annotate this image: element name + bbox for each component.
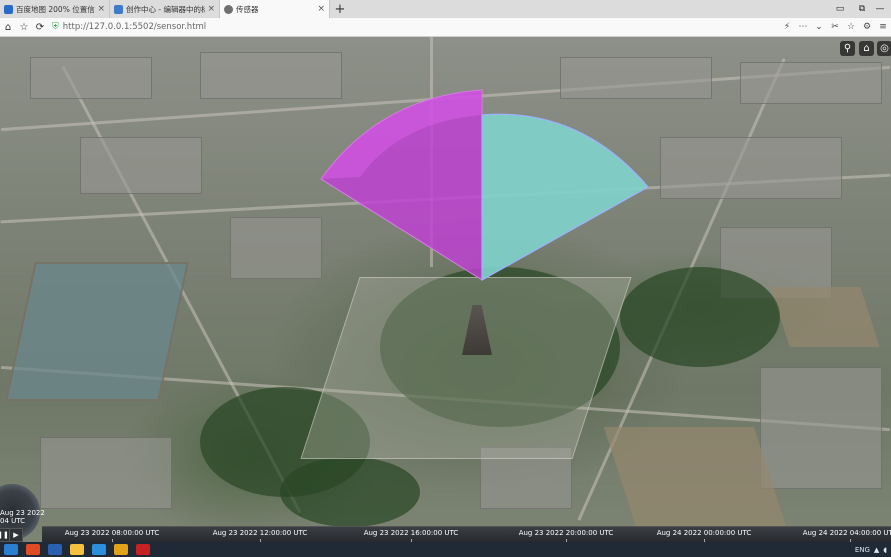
animation-time-line2: 04 UTC bbox=[0, 517, 26, 525]
taskbar-app-icon[interactable] bbox=[136, 544, 150, 555]
tab-close-icon[interactable]: × bbox=[207, 4, 215, 14]
network-icon[interactable]: ▲ bbox=[874, 546, 879, 554]
bookmark-star-icon[interactable]: ☆ bbox=[16, 19, 32, 35]
more-icon[interactable]: ⋯ bbox=[795, 22, 811, 32]
secure-shield-icon: ⛨ bbox=[52, 22, 59, 32]
tab-title: 创作中心 - 编辑器中的标注... bbox=[126, 4, 205, 14]
taskbar-word-icon[interactable] bbox=[48, 544, 62, 555]
refresh-icon[interactable]: ⟳ bbox=[32, 19, 48, 35]
home-nav-icon[interactable]: ⌂ bbox=[0, 19, 16, 35]
timeline-label: Aug 23 2022 20:00:00 UTC bbox=[518, 529, 614, 537]
volume-icon[interactable]: ◖ bbox=[883, 546, 887, 554]
screenshot-icon[interactable]: ✂ bbox=[827, 22, 843, 32]
flash-icon[interactable]: ⚡ bbox=[779, 22, 795, 32]
cesium-3d-viewport[interactable]: ⚲ ⌂ ◎ Aug 23 2022 04 UTC ❚❚ ▶ Aug 23 202… bbox=[0, 37, 891, 542]
minimize-window-icon[interactable]: — bbox=[869, 0, 891, 18]
system-tray: ENG ▲ ◖ bbox=[855, 542, 887, 557]
extensions-icon[interactable]: ⚙ bbox=[859, 22, 875, 32]
tray-language[interactable]: ENG bbox=[855, 546, 870, 554]
tab-close-icon[interactable]: × bbox=[317, 4, 325, 14]
home-icon[interactable]: ⌂ bbox=[859, 41, 874, 56]
timeline-label: Aug 24 2022 04:00:00 UTC bbox=[802, 529, 891, 537]
radar-sensor-volume bbox=[320, 89, 649, 282]
taskbar-explorer-icon[interactable] bbox=[70, 544, 84, 555]
restore-window-icon[interactable]: ▭ bbox=[829, 0, 851, 18]
timeline-label: Aug 23 2022 16:00:00 UTC bbox=[363, 529, 459, 537]
timeline-bar[interactable]: Aug 23 2022 08:00:00 UTC Aug 23 2022 12:… bbox=[42, 526, 891, 542]
tab-close-icon[interactable]: × bbox=[97, 4, 105, 14]
url-text: http://127.0.0.1:5502/sensor.html bbox=[62, 22, 207, 32]
os-taskbar: ENG ▲ ◖ bbox=[0, 542, 891, 557]
animation-date-line1: Aug 23 2022 bbox=[0, 509, 45, 517]
timeline-label: Aug 24 2022 00:00:00 UTC bbox=[656, 529, 752, 537]
tab-favicon-icon bbox=[4, 4, 13, 14]
sensor-right-half bbox=[481, 113, 649, 282]
tab-baidu-map[interactable]: 百度地图 200% 位置信息 - 百... × bbox=[0, 0, 110, 18]
tab-title: 百度地图 200% 位置信息 - 百... bbox=[16, 4, 95, 14]
taskbar-vscode-icon[interactable] bbox=[92, 544, 106, 555]
globe-favicon-icon bbox=[224, 4, 233, 14]
taskbar-chrome-icon[interactable] bbox=[114, 544, 128, 555]
taskbar-start-icon[interactable] bbox=[4, 544, 18, 555]
address-bar: ⌂ ☆ ⟳ ⛨ http://127.0.0.1:5502/sensor.htm… bbox=[0, 18, 891, 37]
tab-creator-center[interactable]: 创作中心 - 编辑器中的标注... × bbox=[110, 0, 220, 18]
menu-icon[interactable]: ≡ bbox=[875, 22, 891, 32]
tab-favicon-icon bbox=[114, 4, 123, 14]
tab-title: 传感器 bbox=[236, 4, 259, 14]
taskbar-browser-icon[interactable] bbox=[26, 544, 40, 555]
dropdown-icon[interactable]: ⌄ bbox=[811, 22, 827, 32]
globe-icon[interactable]: ◎ bbox=[877, 41, 891, 56]
timeline-label: Aug 23 2022 12:00:00 UTC bbox=[212, 529, 308, 537]
tab-sensor[interactable]: 传感器 × bbox=[220, 0, 330, 18]
animation-date: Aug 23 2022 04 UTC bbox=[0, 509, 45, 525]
new-tab-button[interactable]: + bbox=[330, 0, 350, 18]
url-field[interactable]: ⛨ http://127.0.0.1:5502/sensor.html bbox=[52, 20, 206, 34]
play-button[interactable]: ▶ bbox=[9, 528, 23, 542]
browser-toolbar: ⚡ ⋯ ⌄ ✂ ☆ ⚙ ≡ bbox=[779, 18, 891, 36]
browser-tab-strip: 百度地图 200% 位置信息 - 百... × 创作中心 - 编辑器中的标注..… bbox=[0, 0, 891, 18]
favorites-icon[interactable]: ☆ bbox=[843, 22, 859, 32]
search-icon[interactable]: ⚲ bbox=[840, 41, 855, 56]
timeline-label: Aug 23 2022 08:00:00 UTC bbox=[64, 529, 160, 537]
